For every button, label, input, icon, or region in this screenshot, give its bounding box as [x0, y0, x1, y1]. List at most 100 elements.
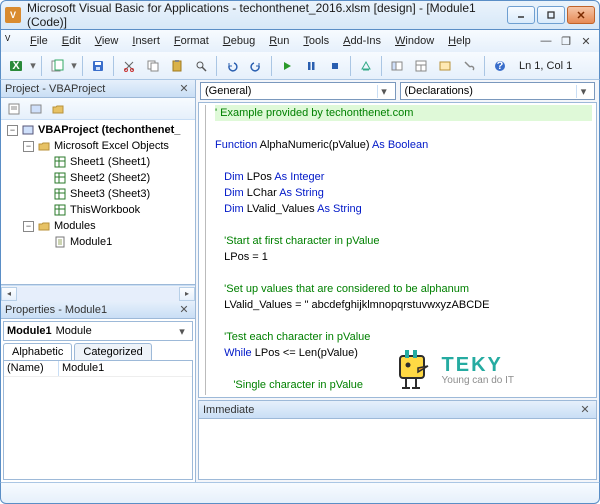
menu-format[interactable]: Format: [167, 33, 216, 49]
project-panel-title: Project - VBAProject: [5, 83, 177, 95]
menu-debug[interactable]: Debug: [216, 33, 262, 49]
break-icon[interactable]: [300, 55, 322, 77]
tree-sheet3[interactable]: Sheet3 (Sheet3): [3, 186, 193, 202]
properties-grid[interactable]: (Name) Module1: [3, 360, 193, 480]
tab-categorized[interactable]: Categorized: [74, 343, 151, 360]
dropdown-icon[interactable]: ▾: [29, 59, 37, 72]
tree-folder-excel-objects[interactable]: −Microsoft Excel Objects: [3, 138, 193, 154]
project-hscroll[interactable]: ◂▸: [1, 285, 195, 301]
code-line: [215, 217, 592, 233]
help-icon[interactable]: ?: [489, 55, 511, 77]
view-excel-icon[interactable]: X: [5, 55, 27, 77]
code-line: 'Test each character in pValue: [215, 329, 592, 345]
immediate-title: Immediate: [203, 404, 578, 416]
code-line: LValid_Values = " abcdefghijklmnopqrstuv…: [215, 297, 592, 313]
svg-text:X: X: [12, 60, 20, 72]
code-line: While LPos <= Len(pValue): [215, 345, 592, 361]
menu-run[interactable]: Run: [262, 33, 296, 49]
tree-sheet2[interactable]: Sheet2 (Sheet2): [3, 170, 193, 186]
design-mode-icon[interactable]: [355, 55, 377, 77]
chevron-down-icon[interactable]: ▾: [377, 85, 391, 98]
mdi-close-button[interactable]: ✕: [577, 33, 595, 49]
code-line: ' Example provided by techonthenet.com: [215, 105, 592, 121]
tab-alphabetic[interactable]: Alphabetic: [3, 343, 72, 360]
object-browser-icon[interactable]: [434, 55, 456, 77]
run-icon[interactable]: [276, 55, 298, 77]
menu-help[interactable]: Help: [441, 33, 478, 49]
find-icon[interactable]: [190, 55, 212, 77]
properties-object-combo[interactable]: Module1 Module ▾: [3, 321, 193, 341]
mdi-minimize-button[interactable]: —: [537, 33, 555, 49]
close-button[interactable]: [567, 6, 595, 24]
insert-module-icon[interactable]: [46, 55, 68, 77]
menu-window[interactable]: Window: [388, 33, 441, 49]
minimize-button[interactable]: [507, 6, 535, 24]
code-line: 'Set up values that are considered to be…: [215, 281, 592, 297]
menu-edit[interactable]: Edit: [55, 33, 88, 49]
toolbox-icon[interactable]: [458, 55, 480, 77]
window-title: Microsoft Visual Basic for Applications …: [27, 1, 507, 29]
code-line: [215, 265, 592, 281]
project-tree[interactable]: −VBAProject (techonthenet_ −Microsoft Ex…: [1, 120, 195, 285]
tree-project-root[interactable]: −VBAProject (techonthenet_: [3, 122, 193, 138]
project-panel-header: Project - VBAProject ✕: [1, 80, 195, 98]
code-line: LPos = 1: [215, 249, 592, 265]
code-line: Function AlphaNumeric(pValue) As Boolean: [215, 137, 592, 153]
properties-panel: Properties - Module1 ✕ Module1 Module ▾ …: [1, 301, 195, 482]
copy-icon[interactable]: [142, 55, 164, 77]
app-icon: V: [5, 7, 21, 23]
system-menu-icon[interactable]: V: [5, 34, 19, 48]
maximize-button[interactable]: [537, 6, 565, 24]
view-code-icon[interactable]: [4, 99, 24, 119]
property-name: (Name): [4, 361, 59, 376]
code-procedure-combo[interactable]: (Declarations)▾: [400, 82, 596, 100]
cursor-position: Ln 1, Col 1: [519, 60, 572, 72]
tree-thisworkbook[interactable]: ThisWorkbook: [3, 202, 193, 218]
project-toolbar: [1, 98, 195, 120]
menubar: V FileEditViewInsertFormatDebugRunToolsA…: [0, 30, 600, 52]
reset-icon[interactable]: [324, 55, 346, 77]
code-line: [215, 361, 592, 377]
statusbar: [0, 482, 600, 504]
immediate-window[interactable]: Immediate✕: [198, 400, 597, 480]
project-panel-close-icon[interactable]: ✕: [177, 82, 191, 96]
titlebar: V Microsoft Visual Basic for Application…: [0, 0, 600, 30]
project-explorer-icon[interactable]: [386, 55, 408, 77]
redo-icon[interactable]: [245, 55, 267, 77]
chevron-down-icon[interactable]: ▾: [576, 85, 590, 98]
menu-tools[interactable]: Tools: [296, 33, 336, 49]
properties-panel-close-icon[interactable]: ✕: [177, 303, 191, 317]
paste-icon[interactable]: [166, 55, 188, 77]
code-line: 'Start at first character in pValue: [215, 233, 592, 249]
menu-view[interactable]: View: [88, 33, 126, 49]
menu-file[interactable]: File: [23, 33, 55, 49]
toolbar: X ▾ ▾ ? Ln 1, Col 1: [0, 52, 600, 80]
property-value[interactable]: Module1: [59, 361, 192, 376]
immediate-close-icon[interactable]: ✕: [578, 403, 592, 417]
code-line: [215, 121, 592, 137]
mdi-restore-button[interactable]: ❐: [557, 33, 575, 49]
toggle-folders-icon[interactable]: [48, 99, 68, 119]
tree-sheet1[interactable]: Sheet1 (Sheet1): [3, 154, 193, 170]
view-object-icon[interactable]: [26, 99, 46, 119]
immediate-body[interactable]: [199, 419, 596, 479]
code-line: Dim LPos As Integer: [215, 169, 592, 185]
property-row[interactable]: (Name) Module1: [4, 361, 192, 377]
code-line: 'Single character in pValue: [215, 377, 592, 393]
tree-folder-modules[interactable]: −Modules: [3, 218, 193, 234]
cut-icon[interactable]: [118, 55, 140, 77]
code-object-combo[interactable]: (General)▾: [200, 82, 396, 100]
code-editor[interactable]: ' Example provided by techonthenet.com F…: [198, 102, 597, 398]
properties-panel-title: Properties - Module1: [5, 304, 177, 316]
chevron-down-icon[interactable]: ▾: [175, 325, 189, 338]
menu-insert[interactable]: Insert: [125, 33, 167, 49]
menu-add-ins[interactable]: Add-Ins: [336, 33, 388, 49]
code-line: Dim LValid_Values As String: [215, 201, 592, 217]
properties-window-icon[interactable]: [410, 55, 432, 77]
dropdown-icon[interactable]: ▾: [70, 59, 78, 72]
save-icon[interactable]: [87, 55, 109, 77]
tree-module1[interactable]: Module1: [3, 234, 193, 250]
code-line: [215, 153, 592, 169]
svg-text:?: ?: [497, 60, 504, 72]
undo-icon[interactable]: [221, 55, 243, 77]
